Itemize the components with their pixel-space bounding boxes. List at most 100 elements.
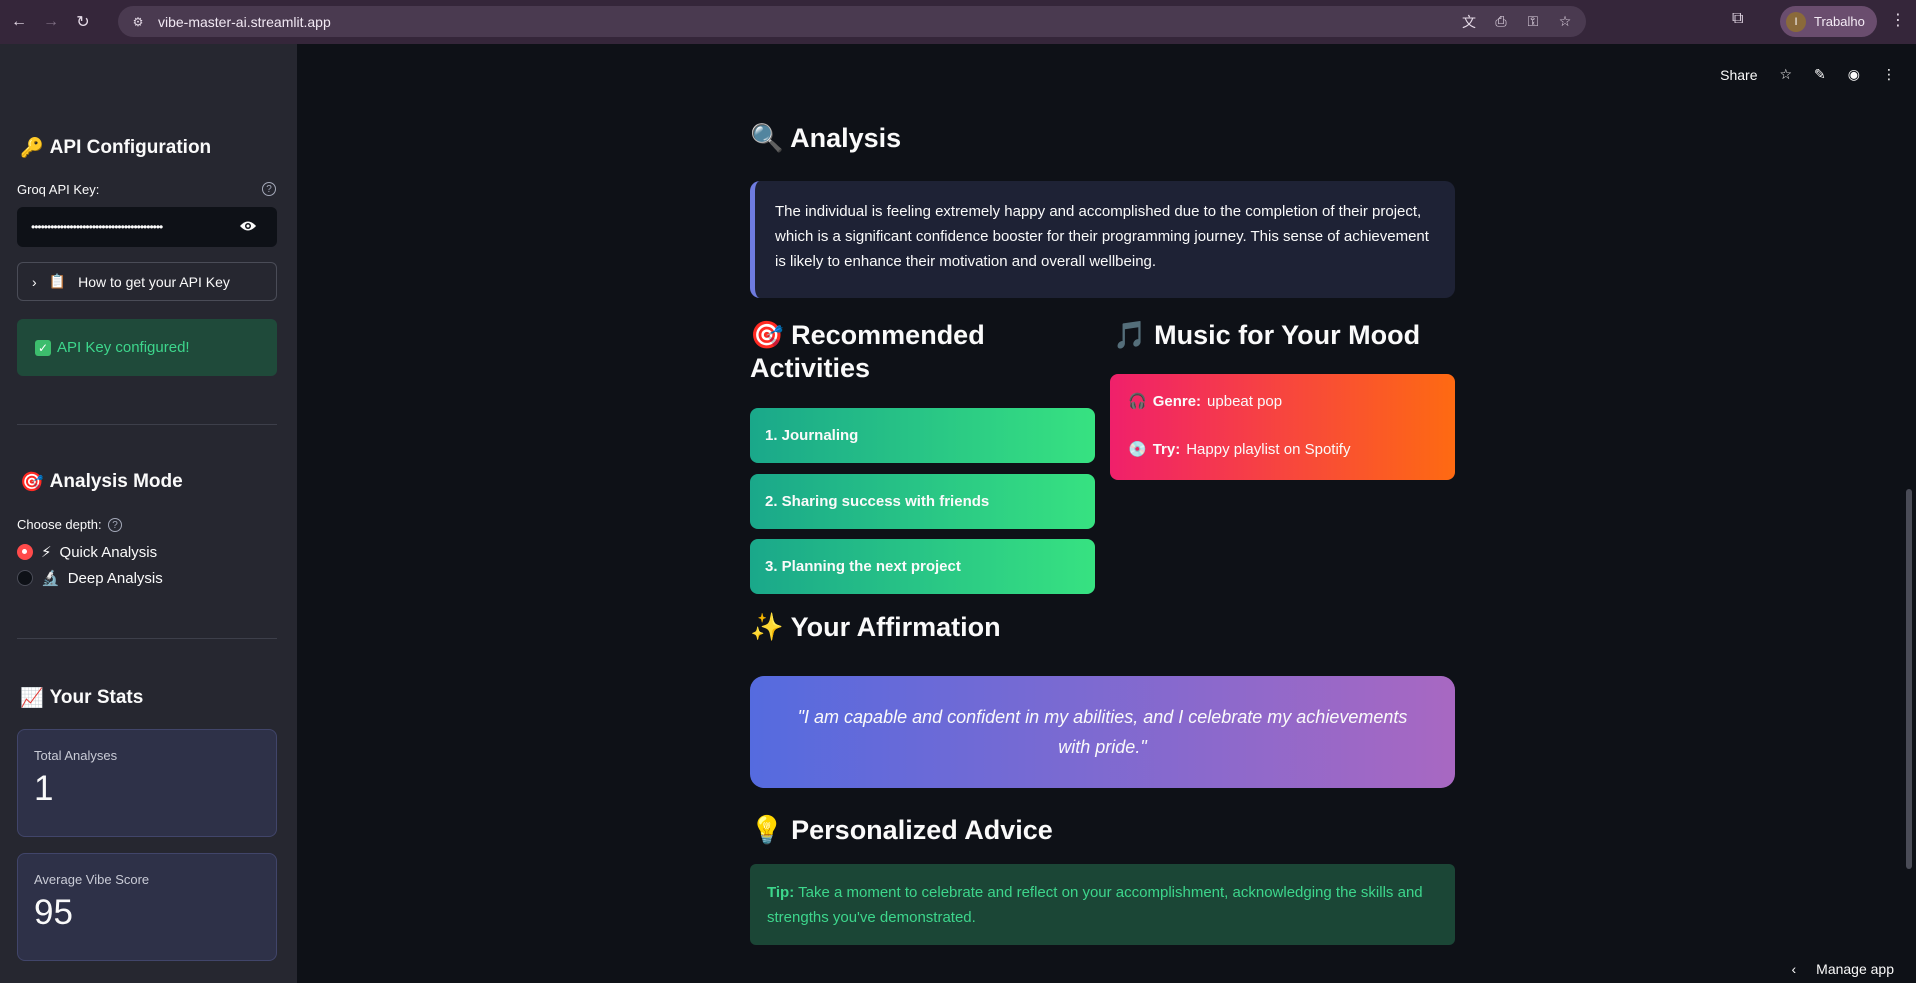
target-icon: 🎯 xyxy=(750,320,784,350)
api-key-input[interactable]: ••••••••••••••••••••••••••••••••••••••••… xyxy=(17,207,277,247)
music-note-icon: 🎵 xyxy=(1113,320,1147,350)
affirmation-text: "I am capable and confident in my abilit… xyxy=(797,707,1408,757)
genre-label: Genre: xyxy=(1152,392,1202,410)
music-heading: 🎵 Music for Your Mood xyxy=(1113,319,1420,352)
star-icon[interactable]: ☆ xyxy=(1779,66,1792,83)
affirmation-heading: ✨ Your Affirmation xyxy=(750,611,1001,644)
metric-value: 95 xyxy=(34,893,73,932)
magnifier-icon: 🔍 xyxy=(750,123,784,153)
api-key-value: ••••••••••••••••••••••••••••••••••••••••… xyxy=(31,220,163,234)
metric-total-analyses: Total Analyses 1 xyxy=(17,729,277,837)
help-icon[interactable]: ? xyxy=(108,518,122,532)
manage-app-label: Manage app xyxy=(1816,961,1894,977)
radio-quick-analysis[interactable]: ⚡ Quick Analysis xyxy=(17,543,157,561)
how-to-label: How to get your API Key xyxy=(78,273,230,290)
analysis-heading: 🔍 Analysis xyxy=(750,122,901,155)
browser-toolbar: ← → ↻ ⚙ vibe-master-ai.streamlit.app 文 ⎙… xyxy=(0,0,1916,44)
chevron-right-icon: › xyxy=(32,273,37,290)
metric-value: 1 xyxy=(34,769,54,808)
address-bar[interactable]: ⚙ vibe-master-ai.streamlit.app 文 ⎙ ⚿ ☆ xyxy=(118,6,1586,37)
stats-heading: 📈 Your Stats xyxy=(20,686,143,710)
app-toolbar: Share ☆ ✎ ◉ ⋮ xyxy=(1720,66,1896,83)
radio-button[interactable] xyxy=(17,544,33,560)
radio-label: Quick Analysis xyxy=(59,543,158,561)
activity-card: 3. Planning the next project xyxy=(750,539,1095,594)
microscope-icon: 🔬 xyxy=(41,570,60,587)
how-to-expander[interactable]: › 📋 How to get your API Key xyxy=(17,262,277,301)
advice-box: Tip: Take a moment to celebrate and refl… xyxy=(750,864,1455,945)
metric-average-vibe-score: Average Vibe Score 95 xyxy=(17,853,277,961)
analysis-box: The individual is feeling extremely happ… xyxy=(750,181,1455,298)
profile-name: Trabalho xyxy=(1814,14,1865,29)
clipboard-icon: 📋 xyxy=(48,273,67,289)
browser-menu-icon[interactable]: ⋮ xyxy=(1890,10,1906,30)
key-icon: 🔑 xyxy=(20,138,44,159)
github-icon[interactable]: ◉ xyxy=(1848,66,1860,83)
activity-label: 3. Planning the next project xyxy=(765,558,961,575)
radio-button[interactable] xyxy=(17,570,33,586)
back-icon[interactable]: ← xyxy=(6,9,32,35)
install-app-icon[interactable]: ⎙ xyxy=(1492,13,1510,30)
share-button[interactable]: Share xyxy=(1720,67,1757,83)
forward-icon[interactable]: → xyxy=(38,9,64,35)
analysis-title: Analysis xyxy=(790,123,902,153)
divider xyxy=(17,424,277,425)
help-icon[interactable]: ? xyxy=(262,182,276,196)
chart-icon: 📈 xyxy=(20,688,44,709)
site-info-icon[interactable]: ⚙ xyxy=(128,12,148,32)
radio-label: Deep Analysis xyxy=(67,569,163,587)
activity-card: 2. Sharing success with friends xyxy=(750,474,1095,529)
manage-app-button[interactable]: ‹ Manage app xyxy=(1791,961,1894,977)
success-text: API Key configured! xyxy=(57,339,190,356)
advice-text: Take a moment to celebrate and reflect o… xyxy=(767,884,1423,926)
analysis-mode-heading: 🎯 Analysis Mode xyxy=(20,470,183,494)
affirmation-title: Your Affirmation xyxy=(790,612,1001,642)
divider xyxy=(17,638,277,639)
edit-pencil-icon[interactable]: ✎ xyxy=(1814,66,1826,83)
activities-title: Recommended Activities xyxy=(750,320,985,383)
activity-label: 1. Journaling xyxy=(765,427,859,444)
scrollbar[interactable] xyxy=(1906,489,1912,869)
target-icon: 🎯 xyxy=(20,472,44,493)
activity-label: 2. Sharing success with friends xyxy=(765,493,990,510)
api-key-label: Groq API Key: xyxy=(17,182,100,197)
activities-heading: 🎯 Recommended Activities xyxy=(750,319,1080,385)
avatar: I xyxy=(1786,11,1806,32)
affirmation-card: "I am capable and confident in my abilit… xyxy=(750,676,1455,788)
lightning-icon: ⚡ xyxy=(41,544,52,561)
reload-icon[interactable]: ↻ xyxy=(70,9,96,35)
success-alert: ✓ API Key configured! xyxy=(17,319,277,376)
try-value: Happy playlist on Spotify xyxy=(1186,440,1351,458)
chevron-left-icon: ‹ xyxy=(1791,961,1797,977)
activity-card: 1. Journaling xyxy=(750,408,1095,463)
lightbulb-icon: 💡 xyxy=(750,815,784,845)
password-key-icon[interactable]: ⚿ xyxy=(1524,13,1542,30)
advice-tip-label: Tip: xyxy=(767,884,795,901)
stats-title: Your Stats xyxy=(49,687,144,708)
analysis-text: The individual is feeling extremely happ… xyxy=(775,203,1429,270)
metric-label: Total Analyses xyxy=(34,748,118,763)
sidebar: 🔑 API Configuration Groq API Key: ? ••••… xyxy=(0,44,297,983)
radio-deep-analysis[interactable]: 🔬 Deep Analysis xyxy=(17,569,163,587)
music-title: Music for Your Mood xyxy=(1154,320,1421,350)
main-content: Share ☆ ✎ ◉ ⋮ 🔍 Analysis The individual … xyxy=(297,44,1916,983)
advice-title: Personalized Advice xyxy=(791,815,1053,845)
eye-icon[interactable] xyxy=(239,219,257,233)
advice-heading: 💡 Personalized Advice xyxy=(750,814,1053,847)
disc-icon: 💿 xyxy=(1128,441,1147,458)
url-text: vibe-master-ai.streamlit.app xyxy=(158,13,331,30)
more-menu-icon[interactable]: ⋮ xyxy=(1882,66,1896,83)
music-card: 🎧 Genre: upbeat pop 💿 Try: Happy playlis… xyxy=(1110,374,1455,480)
analysis-mode-title: Analysis Mode xyxy=(49,471,183,492)
api-config-heading: 🔑 API Configuration xyxy=(20,136,211,160)
headphones-icon: 🎧 xyxy=(1128,393,1147,410)
bookmark-star-icon[interactable]: ☆ xyxy=(1556,13,1574,30)
genre-value: upbeat pop xyxy=(1207,392,1283,410)
api-config-title: API Configuration xyxy=(49,137,212,158)
sparkles-icon: ✨ xyxy=(750,612,784,642)
profile-button[interactable]: I Trabalho xyxy=(1780,6,1877,37)
translate-icon[interactable]: 文 xyxy=(1460,12,1478,32)
check-icon: ✓ xyxy=(35,339,51,356)
try-label: Try: xyxy=(1152,440,1181,458)
extensions-icon[interactable]: ⧉ xyxy=(1732,10,1743,28)
